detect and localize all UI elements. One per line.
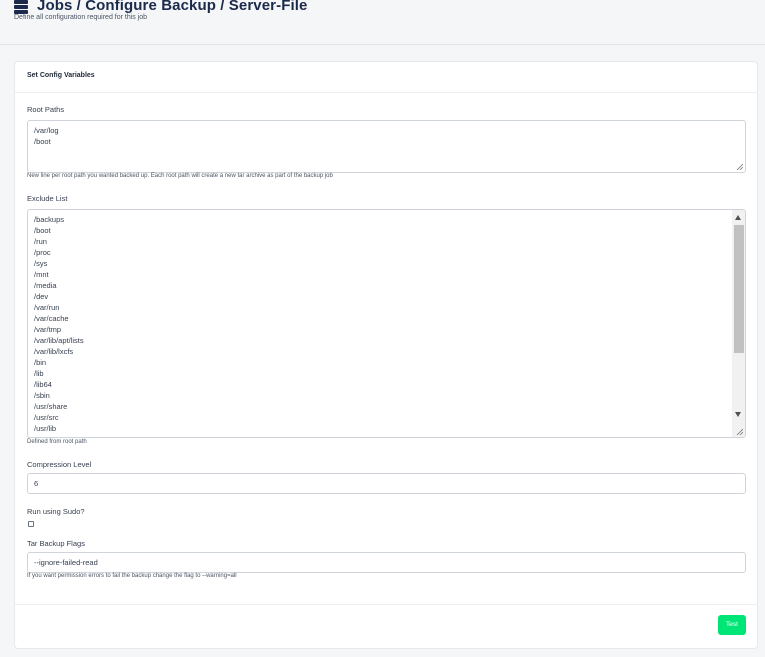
root-path-line: /boot [34, 137, 51, 146]
card-header: Set Config Variables [15, 62, 757, 93]
exclude-line: /var/cache [34, 314, 69, 323]
card-title: Set Config Variables [27, 72, 95, 79]
card-footer-divider [15, 604, 757, 605]
exclude-line: /sys [34, 259, 48, 268]
exclude-line: /media [34, 281, 57, 290]
exclude-list-label: Exclude List [27, 194, 68, 203]
exclude-line: /var/lib/apt/lists [34, 336, 84, 345]
exclude-line: /var/run [34, 303, 60, 312]
root-paths-help: New line per root path you wanted backed… [27, 173, 333, 179]
title-row: Jobs / Configure Backup / Server-File [13, 0, 307, 15]
exclude-line: /sbin [34, 391, 50, 400]
root-paths-textarea[interactable]: /var/log /boot [27, 120, 746, 173]
root-path-line: /var/log [34, 126, 59, 135]
exclude-line: /var/lib/lxcfs [34, 347, 74, 356]
exclude-line: /boot [34, 226, 51, 235]
exclude-line: /lib64 [34, 380, 52, 389]
scroll-down-arrow-icon[interactable] [735, 412, 741, 417]
resize-grip-icon[interactable] [736, 428, 743, 435]
config-card: Set Config Variables Root Paths /var/log… [14, 61, 758, 649]
exclude-line: /usr/share [34, 402, 68, 411]
exclude-line: /proc [34, 248, 51, 257]
compression-level-label: Compression Level [27, 460, 92, 469]
sudo-label: Run using Sudo? [27, 507, 85, 516]
exclude-line: /var/tmp [34, 325, 62, 334]
root-paths-label: Root Paths [27, 105, 65, 114]
exclude-line: /bin [34, 358, 47, 367]
exclude-line: /dev [34, 292, 49, 301]
page-subtitle: Define all configuration required for th… [14, 14, 148, 21]
page-header: Jobs / Configure Backup / Server-File De… [0, 0, 765, 45]
exclude-list-textarea[interactable]: /backups /boot /run /proc /sys /mnt /med… [27, 209, 746, 438]
tar-flags-label: Tar Backup Flags [27, 539, 85, 548]
exclude-line: /mnt [34, 270, 49, 279]
test-button[interactable]: Test [718, 615, 746, 635]
exclude-line: /lib [34, 369, 44, 378]
tar-flags-input[interactable]: --ignore-failed-read [27, 552, 746, 573]
exclude-line: /backups [34, 215, 65, 224]
tar-flags-help: If you want permission errors to fail th… [27, 573, 237, 579]
scroll-thumb[interactable] [734, 225, 744, 353]
resize-grip-icon[interactable] [736, 163, 743, 170]
scroll-up-arrow-icon[interactable] [735, 215, 741, 220]
sudo-checkbox[interactable] [28, 521, 34, 527]
page-title: Jobs / Configure Backup / Server-File [37, 0, 308, 14]
exclude-line: /usr/src [34, 413, 59, 422]
database-icon [13, 0, 29, 15]
exclude-line: /run [34, 237, 47, 246]
exclude-line: /usr/lib [34, 424, 57, 433]
exclude-list-help: Defined from root path [27, 439, 87, 445]
exclude-list-scrollbar[interactable] [732, 210, 745, 437]
compression-level-input[interactable]: 6 [27, 473, 746, 494]
